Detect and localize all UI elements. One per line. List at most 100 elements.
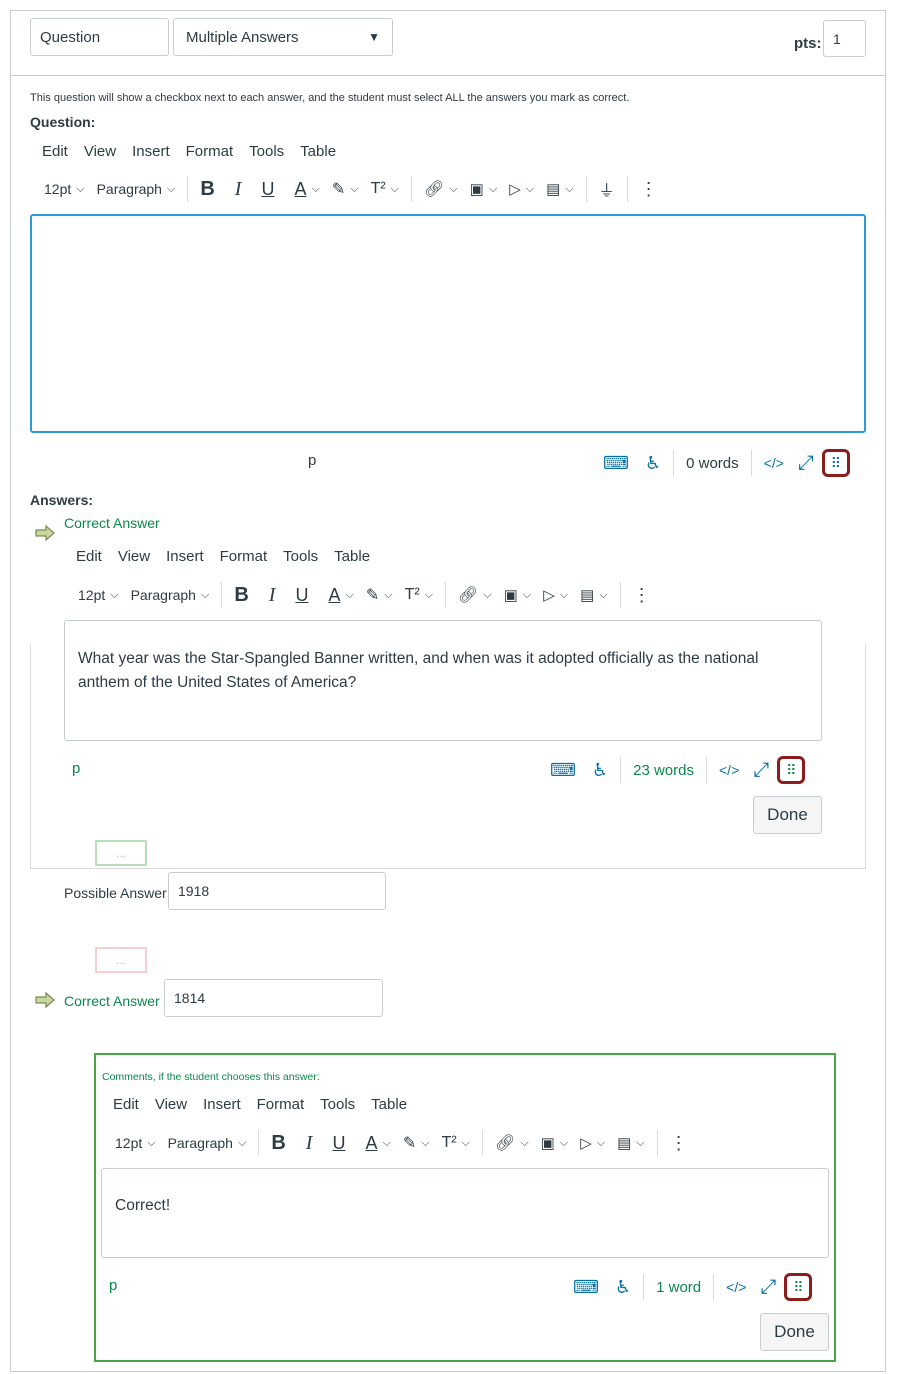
menu-tools[interactable]: Tools (283, 548, 318, 565)
points-label: pts: (794, 35, 822, 52)
menu-format[interactable]: Format (257, 1096, 305, 1113)
bold-button[interactable]: B (228, 580, 254, 610)
menu-table[interactable]: Table (371, 1096, 407, 1113)
chevron-down-icon: ⌵ (424, 588, 434, 601)
document-button[interactable]: ▤ ⌵ (540, 174, 580, 204)
font-size-value: 12pt (115, 1135, 143, 1151)
link-button[interactable]: 🔗︎ ⌵ (418, 174, 464, 204)
question-title-input[interactable]: Question (30, 18, 169, 56)
menu-insert[interactable]: Insert (132, 143, 170, 160)
highlighter-icon: ✎ (402, 1135, 417, 1152)
highlight-button[interactable]: ✎ ⌵ (397, 1128, 436, 1158)
html-toggle-button[interactable]: </> (764, 455, 784, 471)
block-format-value: Paragraph (167, 1135, 233, 1151)
status-separator (706, 757, 707, 783)
accessibility-icon[interactable]: ♿︎ (645, 453, 661, 474)
chevron-down-icon: ⌵ (384, 588, 393, 601)
answer1-editor[interactable]: What year was the Star-Spangled Banner w… (64, 620, 822, 741)
document-button[interactable]: ▤ ⌵ (611, 1128, 651, 1158)
menu-tools[interactable]: Tools (320, 1096, 355, 1113)
more-button[interactable]: ⋮ (634, 174, 664, 204)
toolbar-separator (221, 582, 223, 608)
menu-format[interactable]: Format (186, 143, 234, 160)
more-button[interactable]: ⋮ (664, 1128, 694, 1158)
keyboard-icon[interactable]: ⌨ (573, 1277, 599, 1298)
underline-button[interactable]: U (289, 580, 314, 610)
more-button[interactable]: ⋮ (627, 580, 657, 610)
font-size-select[interactable]: 12pt ⌵ (109, 1128, 162, 1158)
font-size-select[interactable]: 12pt ⌵ (38, 174, 91, 204)
html-toggle-button[interactable]: </> (726, 1279, 746, 1295)
image-button[interactable]: ▣ ⌵ (535, 1128, 575, 1158)
text-color-button[interactable]: A ⌵ (322, 580, 359, 610)
apps-button[interactable]: ⏚ (593, 174, 621, 204)
answer1-done-button[interactable]: Done (753, 796, 822, 834)
keyboard-icon[interactable]: ⌨ (603, 453, 629, 474)
correct-arrow-icon (35, 525, 55, 541)
chevron-down-icon: ⌵ (110, 588, 119, 601)
fullscreen-icon[interactable]: ⤢ (760, 1276, 776, 1299)
link-button[interactable]: 🔗︎ ⌵ (489, 1128, 535, 1158)
image-button[interactable]: ▣ ⌵ (498, 580, 538, 610)
keyboard-icon[interactable]: ⌨ (550, 760, 576, 781)
text-color-button[interactable]: A ⌵ (288, 174, 325, 204)
media-button[interactable]: ▷ ⌵ (503, 174, 540, 204)
link-button[interactable]: 🔗︎ ⌵ (452, 580, 498, 610)
image-icon: ▣ (503, 587, 518, 604)
menu-format[interactable]: Format (220, 548, 268, 565)
media-button[interactable]: ▷ ⌵ (537, 580, 574, 610)
menu-table[interactable]: Table (300, 143, 336, 160)
resize-handle-icon[interactable]: ⠿ (784, 1273, 813, 1301)
answer2-comment-toggle[interactable]: ... (95, 947, 147, 973)
text-color-button[interactable]: A ⌵ (359, 1128, 396, 1158)
media-button[interactable]: ▷ ⌵ (574, 1128, 611, 1158)
chevron-down-icon: ⌵ (636, 1136, 645, 1149)
highlight-button[interactable]: ✎ ⌵ (326, 174, 365, 204)
question-editor[interactable] (30, 214, 866, 433)
italic-button[interactable]: I (263, 580, 282, 610)
answer1-comment-toggle[interactable]: ... (95, 840, 147, 866)
menu-table[interactable]: Table (334, 548, 370, 565)
menu-view[interactable]: View (155, 1096, 187, 1113)
answer2-input[interactable]: 1918 (168, 872, 386, 910)
font-size-select[interactable]: 12pt ⌵ (72, 580, 125, 610)
points-input[interactable]: 1 (823, 20, 866, 57)
answers-label: Answers: (30, 492, 94, 508)
bold-button[interactable]: B (265, 1128, 291, 1158)
menu-insert[interactable]: Insert (203, 1096, 241, 1113)
answer3-input[interactable]: 1814 (164, 979, 383, 1017)
question-type-select[interactable]: Multiple Answers ▼ (173, 18, 393, 56)
menu-insert[interactable]: Insert (166, 548, 204, 565)
html-toggle-button[interactable]: </> (719, 762, 739, 778)
comments-done-button[interactable]: Done (760, 1313, 829, 1351)
superscript-button[interactable]: T² ⌵ (399, 580, 439, 610)
document-icon: ▤ (617, 1135, 632, 1152)
resize-handle-icon[interactable]: ⠿ (777, 756, 806, 784)
menu-tools[interactable]: Tools (249, 143, 284, 160)
resize-handle-icon[interactable]: ⠿ (821, 449, 850, 477)
fullscreen-icon[interactable]: ⤢ (798, 452, 814, 475)
italic-button[interactable]: I (300, 1128, 319, 1158)
comments-editor[interactable]: Correct! (101, 1168, 829, 1258)
highlight-button[interactable]: ✎ ⌵ (360, 580, 399, 610)
status-separator (713, 1274, 715, 1300)
image-button[interactable]: ▣ ⌵ (464, 174, 504, 204)
underline-button[interactable]: U (255, 174, 280, 204)
document-button[interactable]: ▤ ⌵ (574, 580, 614, 610)
underline-button[interactable]: U (326, 1128, 351, 1158)
block-format-select[interactable]: Paragraph ⌵ (125, 580, 216, 610)
menu-edit[interactable]: Edit (76, 548, 102, 565)
bold-button[interactable]: B (194, 174, 220, 204)
superscript-button[interactable]: T² ⌵ (436, 1128, 476, 1158)
menu-edit[interactable]: Edit (42, 143, 68, 160)
italic-button[interactable]: I (229, 174, 248, 204)
superscript-button[interactable]: T² ⌵ (365, 174, 405, 204)
accessibility-icon[interactable]: ♿︎ (615, 1277, 631, 1298)
block-format-select[interactable]: Paragraph ⌵ (91, 174, 182, 204)
menu-view[interactable]: View (118, 548, 150, 565)
fullscreen-icon[interactable]: ⤢ (753, 759, 769, 782)
accessibility-icon[interactable]: ♿︎ (592, 760, 608, 781)
block-format-select[interactable]: Paragraph ⌵ (162, 1128, 253, 1158)
menu-view[interactable]: View (84, 143, 116, 160)
menu-edit[interactable]: Edit (113, 1096, 139, 1113)
